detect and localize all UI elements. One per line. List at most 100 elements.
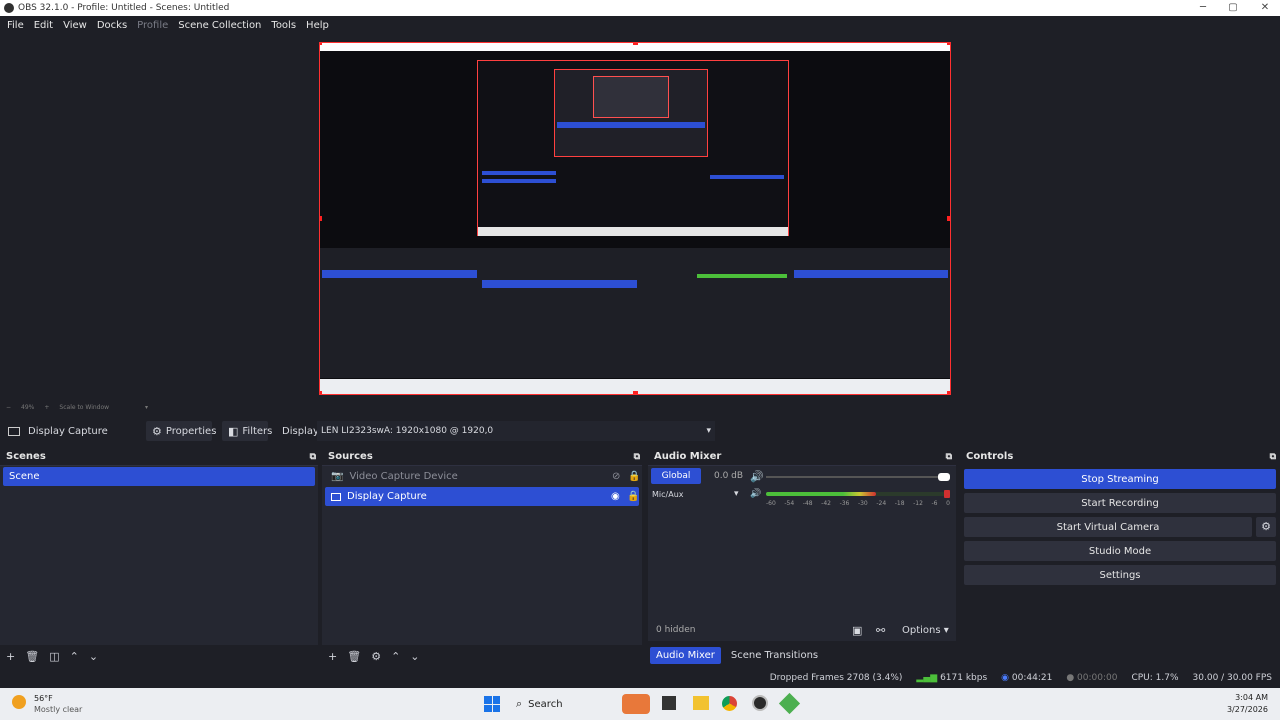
meter-tick: -60 [766,500,776,507]
source-item[interactable]: Display Capture ◉ 🔒 [325,487,639,506]
taskbar-search-label: Search [528,698,563,710]
move-down-icon[interactable]: ⌄ [410,650,419,663]
settings-button[interactable]: Settings [964,565,1276,585]
weather-icon[interactable] [12,695,26,709]
menu-view[interactable]: View [58,20,92,31]
weather-temp[interactable]: 56°F [34,694,53,703]
menu-file[interactable]: File [2,20,29,31]
tab-audio-mixer[interactable]: Audio Mixer [650,646,721,664]
zoom-out-icon[interactable]: − [6,404,11,411]
move-down-icon[interactable]: ⌄ [89,650,98,663]
paste-icon[interactable]: ▣ [852,624,862,637]
move-up-icon[interactable]: ⌃ [391,650,400,663]
tab-scene-transitions[interactable]: Scene Transitions [725,647,824,664]
lock-icon[interactable]: 🔒 [628,471,640,482]
zoom-level: 49% [21,403,35,411]
start-recording-button[interactable]: Start Recording [964,493,1276,513]
add-source-icon[interactable]: + [328,650,337,663]
clock-time[interactable]: 3:04 AM [1235,693,1268,702]
options-button[interactable]: Options ▾ [902,625,949,636]
title-bar: OBS 32.1.0 - Profile: Untitled - Scenes:… [0,0,1280,16]
clock-date[interactable]: 3/27/2026 [1227,705,1268,714]
hidden-count[interactable]: 0 hidden [656,625,695,635]
meter-tick: -12 [913,500,923,507]
filter-icon[interactable]: ◫ [49,650,59,663]
filters-button[interactable]: ◧ Filters [222,421,272,441]
preview-canvas[interactable] [319,42,951,395]
menu-help[interactable]: Help [301,20,334,31]
chevron-down-icon[interactable]: ▾ [145,404,148,411]
close-button[interactable]: ✕ [1250,0,1280,16]
stop-streaming-button[interactable]: Stop Streaming [964,469,1276,489]
meter-tick: 0 [946,500,950,507]
dock-menu-icon[interactable]: ⧉ [310,452,316,462]
volume-slider[interactable] [766,476,946,478]
resize-handle-tl[interactable] [320,43,322,45]
nested-preview [477,60,789,236]
cpu-usage: CPU: 1.7% [1131,673,1179,683]
meter-tick: -36 [839,500,850,507]
move-up-icon[interactable]: ⌃ [70,650,79,663]
file-explorer-icon[interactable] [693,696,709,710]
properties-button[interactable]: ⚙ Properties [146,421,216,441]
stream-icon: ◉ [1001,673,1010,683]
volume-slider-handle[interactable] [938,473,950,481]
start-virtual-camera-button[interactable]: Start Virtual Camera [964,517,1252,537]
options-label: Options [902,624,941,636]
source-item[interactable]: 📷 Video Capture Device ⊘ 🔒 [325,467,640,486]
menu-profile[interactable]: Profile [132,20,173,31]
bitrate-value: 6171 kbps [940,673,988,683]
menu-tools[interactable]: Tools [266,20,301,31]
resize-handle-t[interactable] [633,43,638,45]
add-scene-icon[interactable]: + [6,650,15,663]
widget-icon[interactable] [622,694,650,714]
dock-menu-icon[interactable]: ⧉ [1270,452,1276,462]
audio-mixer-footer: 0 hidden ▣ ⚯ Options ▾ [648,619,956,641]
chrome-icon[interactable] [722,696,737,711]
eye-icon[interactable]: ◉ [611,491,620,502]
maximize-button[interactable]: ▢ [1218,0,1248,16]
menu-scene-collection[interactable]: Scene Collection [173,20,266,31]
windows-start-icon[interactable] [484,696,500,712]
taskbar-search[interactable]: ⌕ Search [512,694,600,714]
virtual-camera-config-button[interactable]: ⚙ [1256,517,1276,537]
minimize-button[interactable]: ─ [1188,0,1218,16]
resize-handle-br[interactable] [947,391,950,394]
studio-mode-label: Studio Mode [1088,545,1152,557]
task-view-icon[interactable] [662,696,676,710]
chevron-down-icon: ▾ [706,426,711,436]
speaker-icon[interactable]: 🔊 [750,470,764,483]
zoom-in-icon[interactable]: + [44,404,49,411]
preview-zoom-bar: − 49% + Scale to Window ▾ [0,400,1280,414]
captured-obs-docks [320,248,950,378]
chevron-down-icon[interactable]: ▾ [734,489,739,499]
dock-menu-icon[interactable]: ⧉ [946,452,952,462]
trash-icon[interactable]: 🗑 [347,650,361,663]
resize-handle-r[interactable] [947,216,950,221]
studio-mode-button[interactable]: Studio Mode [964,541,1276,561]
app-icon[interactable] [778,692,801,715]
resize-handle-l[interactable] [320,216,322,221]
visibility-off-icon[interactable]: ⊘ [612,471,620,482]
menu-edit[interactable]: Edit [29,20,58,31]
display-select[interactable]: LEN LI2323swA: 1920x1080 @ 1920,0 ▾ [317,421,715,441]
resize-handle-tr[interactable] [947,43,950,45]
scene-item[interactable]: Scene [3,467,315,486]
gear-icon[interactable]: ⚙ [371,650,381,663]
controls-dock: Controls ⧉ Stop Streaming Start Recordin… [960,449,1280,667]
volume-slider-handle[interactable] [944,490,950,498]
resize-handle-b[interactable] [633,391,638,394]
resize-handle-bl[interactable] [320,391,322,394]
link-icon[interactable]: ⚯ [876,624,885,637]
channel-name[interactable]: Global [651,468,701,484]
trash-icon[interactable]: 🗑 [25,650,39,663]
stream-time-value: 00:44:21 [1011,673,1053,683]
dock-menu-icon[interactable]: ⧉ [634,452,640,462]
menu-docks[interactable]: Docks [92,20,132,31]
status-bar: Dropped Frames 2708 (3.4%) ▂▄▆ 6171 kbps… [0,670,1280,686]
channel-name[interactable]: Mic/Aux [652,490,684,499]
lock-icon[interactable]: 🔒 [627,491,639,502]
speaker-icon[interactable]: 🔊 [750,489,761,499]
scale-mode[interactable]: Scale to Window [59,404,109,411]
obs-taskbar-icon[interactable] [752,695,768,711]
